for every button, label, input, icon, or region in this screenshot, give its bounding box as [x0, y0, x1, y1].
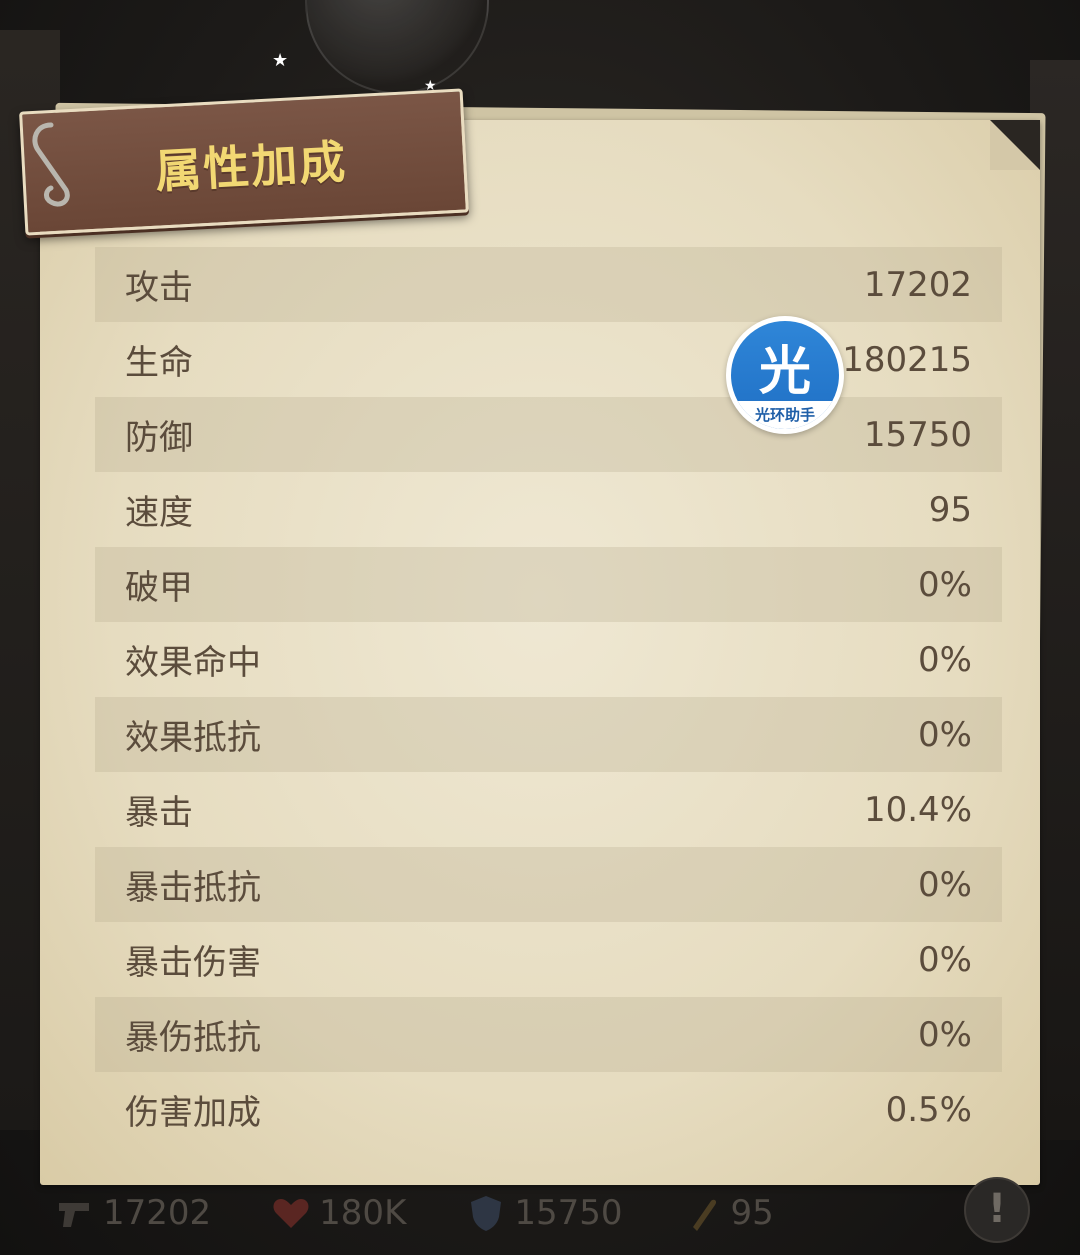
- stat-row-hp: 生命 180215: [95, 322, 1002, 397]
- bottom-stat-speed: 95: [683, 1193, 774, 1233]
- stat-row-effect-resist: 效果抵抗 0%: [95, 697, 1002, 772]
- bottom-stat-value: 180K: [319, 1192, 407, 1233]
- stat-row-crit-damage-resist: 暴伤抵抗 0%: [95, 997, 1002, 1072]
- stat-row-attack: 攻击 17202: [95, 247, 1002, 322]
- stat-label: 效果命中: [125, 643, 261, 683]
- bullet-icon: [692, 1199, 716, 1231]
- panel-title: 属性加成: [153, 134, 349, 199]
- stat-label: 速度: [125, 493, 193, 533]
- stat-value: 0.5%: [885, 1089, 972, 1130]
- stats-table: 攻击 17202 生命 180215 防御 15750 速度 95 破甲 0% …: [95, 247, 1002, 1147]
- stat-row-damage-bonus: 伤害加成 0.5%: [95, 1072, 1002, 1147]
- bottom-stat-value: 95: [730, 1192, 774, 1233]
- bottom-stat-value: 15750: [514, 1192, 623, 1233]
- bubble-decoration: [305, 0, 489, 94]
- floating-assistant-badge[interactable]: 光 光环助手: [726, 316, 844, 434]
- stat-value: 17202: [863, 264, 972, 305]
- bottom-stat-bar: 17202 180K 15750 95: [55, 1185, 1035, 1240]
- stat-value: 180215: [842, 339, 972, 380]
- bottom-stat-value: 17202: [103, 1192, 212, 1233]
- stat-row-crit: 暴击 10.4%: [95, 772, 1002, 847]
- stat-label: 伤害加成: [125, 1093, 261, 1133]
- stat-value: 15750: [863, 414, 972, 455]
- stat-value: 10.4%: [863, 789, 972, 830]
- stat-label: 暴击: [125, 793, 193, 833]
- stat-label: 生命: [125, 343, 193, 383]
- assistant-logo-char: 光: [758, 342, 811, 402]
- stat-value: 0%: [918, 939, 972, 980]
- stat-label: 效果抵抗: [125, 718, 261, 758]
- stat-label: 破甲: [125, 568, 193, 608]
- assistant-caption: 光环助手: [731, 401, 839, 429]
- stat-value: 0%: [918, 564, 972, 605]
- stat-row-crit-resist: 暴击抵抗 0%: [95, 847, 1002, 922]
- stat-row-armor-break: 破甲 0%: [95, 547, 1002, 622]
- stat-label: 暴击抵抗: [125, 868, 261, 908]
- heart-icon: [273, 1198, 309, 1228]
- sparkle-icon: ★: [272, 50, 289, 71]
- stat-row-effect-hit: 效果命中 0%: [95, 622, 1002, 697]
- bottom-stat-attack: 17202: [55, 1193, 211, 1233]
- stat-label: 防御: [125, 418, 193, 458]
- stat-row-defense: 防御 15750: [95, 397, 1002, 472]
- stat-label: 攻击: [125, 268, 193, 308]
- shield-icon: [471, 1195, 502, 1231]
- bottom-stat-defense: 15750: [466, 1192, 623, 1233]
- stat-value: 0%: [918, 714, 972, 755]
- stat-value: 95: [928, 489, 972, 530]
- gun-icon: [59, 1202, 89, 1227]
- bottom-stat-hp: 180K: [271, 1193, 406, 1233]
- title-plank: 属性加成: [19, 88, 469, 236]
- stat-label: 暴击伤害: [125, 943, 261, 983]
- stat-value: 0%: [918, 639, 972, 680]
- stat-value: 0%: [918, 864, 972, 905]
- corner-fold: [990, 120, 1040, 170]
- stat-row-speed: 速度 95: [95, 472, 1002, 547]
- hook-icon: [32, 122, 70, 207]
- stat-value: 0%: [918, 1014, 972, 1055]
- help-button[interactable]: !: [964, 1177, 1030, 1243]
- stat-label: 暴伤抵抗: [125, 1018, 261, 1058]
- stat-row-crit-damage: 暴击伤害 0%: [95, 922, 1002, 997]
- assistant-logo: 光 光环助手: [731, 321, 839, 429]
